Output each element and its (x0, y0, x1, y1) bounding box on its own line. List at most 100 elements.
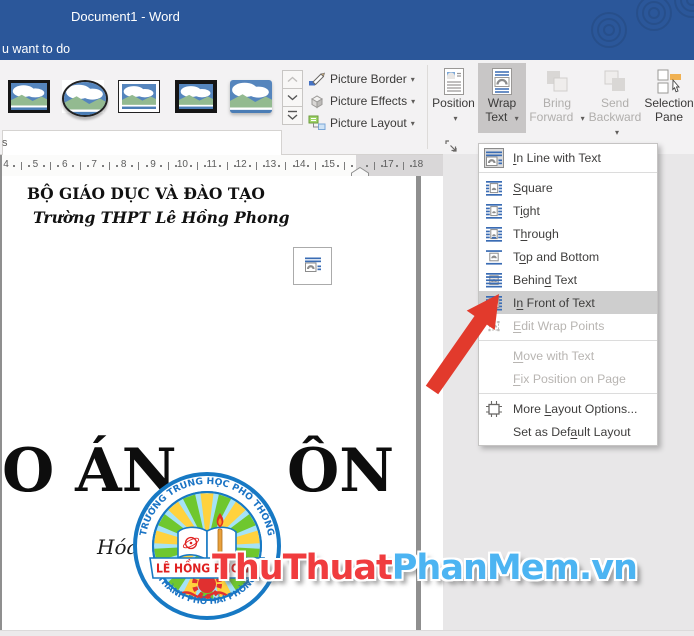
ruler-tick (249, 165, 251, 167)
picture-layout-button[interactable]: Picture Layout ▾ (308, 112, 415, 134)
ruler-number: 6 (62, 159, 68, 170)
menu-item-label: Square (513, 181, 553, 195)
menu-separator (479, 393, 657, 394)
bring-forward-button: BringForward ▾ (528, 63, 586, 133)
picture-style-beveled-oval-black[interactable] (62, 80, 104, 113)
ruler-tick (168, 162, 169, 170)
layout-options-button[interactable] (293, 247, 332, 285)
menu-item-label: Behind Text (513, 273, 577, 287)
tell-me-box-text[interactable]: u want to do (2, 42, 70, 56)
picture-style-soft-edge-rectangle[interactable] (230, 80, 272, 113)
arrange-button-label: SelectionPane (644, 96, 693, 124)
watermark-part1: ThuThuat (212, 548, 392, 588)
ruler-number: 18 (412, 159, 423, 170)
wrap-more-layout-icon (484, 399, 504, 419)
arrange-button-label: BringForward ▾ (529, 96, 584, 126)
ribbon-group-separator (427, 65, 428, 149)
ruler-tick (50, 162, 51, 170)
ruler-tick (337, 165, 339, 167)
ruler-tick (160, 165, 162, 167)
menu-item-label: In Front of Text (513, 296, 595, 310)
menu-item-through[interactable]: Through (479, 222, 657, 245)
wrap-top-bottom-icon (484, 247, 504, 267)
menu-item-label: Move with Text (513, 349, 594, 363)
ruler-tick (146, 165, 148, 167)
menu-item-label: Top and Bottom (513, 250, 599, 264)
ruler-number: 14 (294, 159, 305, 170)
arrange-button-label: SendBackward ▾ (588, 96, 642, 140)
ruler-number: 12 (236, 159, 247, 170)
picture-border-icon (308, 71, 326, 87)
gallery-more-button[interactable] (282, 106, 303, 125)
arrange-button-label: WrapText ▾ (485, 96, 518, 126)
menu-item-label: In Line with Text (513, 151, 601, 165)
ruler-tick (227, 162, 228, 170)
picture-effects-button[interactable]: Picture Effects▾ (308, 90, 415, 112)
ruler-tick (403, 162, 404, 170)
ruler-tick (204, 165, 206, 167)
ruler-tick (381, 165, 383, 167)
menu-item-more-layout-options[interactable]: More Layout Options... (479, 397, 657, 420)
ruler-tick (344, 162, 345, 170)
wrap-in-front-icon (484, 293, 504, 313)
ruler-tick (87, 165, 89, 167)
dropdown-arrow-icon: ▾ (411, 119, 415, 128)
menu-item-edit-wrap-points: Edit Wrap Points (479, 314, 657, 337)
ruler-tick (396, 165, 398, 167)
position-icon (442, 68, 466, 96)
ruler-number: 5 (33, 159, 39, 170)
ruler-tick (138, 162, 139, 170)
menu-item-top-and-bottom[interactable]: Top and Bottom (479, 245, 657, 268)
ruler-tick (28, 165, 30, 167)
send-backward-icon (602, 68, 628, 96)
ruler-tick (374, 162, 375, 170)
menu-item-in-line-with-text[interactable]: In Line with Text (479, 146, 657, 169)
watermark-part3: .vn (579, 548, 637, 588)
ruler-number: 13 (265, 159, 276, 170)
gallery-scroll-down-button[interactable] (282, 88, 303, 107)
picture-border-button[interactable]: Picture Border▾ (308, 68, 415, 90)
ruler-number: 7 (91, 159, 97, 170)
picture-style-double-frame-black[interactable] (118, 80, 160, 113)
gallery-scroll-up-button[interactable] (282, 70, 303, 89)
ruler-number: 11 (207, 159, 217, 170)
menu-icon-spacer (484, 422, 504, 442)
menu-item-label: Edit Wrap Points (513, 319, 604, 333)
watermark: ThuThuatPhanMem.vn (212, 548, 637, 588)
ruler-tick (21, 162, 22, 170)
ruler-number: 17 (383, 159, 394, 170)
menu-item-set-as-default-layout[interactable]: Set as Default Layout (479, 420, 657, 443)
wrap-text-button[interactable]: WrapText ▾ (478, 63, 526, 133)
menu-item-square[interactable]: Square (479, 176, 657, 199)
picture-style-moderate-frame-black[interactable] (175, 80, 217, 113)
layout-options-icon (305, 256, 321, 277)
menu-item-label: Tight (513, 204, 540, 218)
picture-style-simple-frame-black[interactable] (8, 80, 50, 113)
arrange-button-label: Position▾ (432, 96, 475, 126)
ruler-number: 8 (121, 159, 127, 170)
wrap-through-icon (484, 224, 504, 244)
picture-button-label: Picture Layout (330, 116, 407, 130)
ruler-tick (410, 165, 412, 167)
menu-item-tight[interactable]: Tight (479, 199, 657, 222)
doc-header-line2: Trường THPT Lê Hồng Phong (33, 208, 289, 227)
ruler-tick (175, 165, 177, 167)
wrap-in-line-icon (484, 148, 504, 168)
doc-header-line1: BỘ GIÁO DỤC VÀ ĐÀO TẠO (27, 184, 265, 203)
selection-pane-button[interactable]: SelectionPane (644, 63, 694, 133)
menu-item-in-front-of-text[interactable]: In Front of Text (479, 291, 657, 314)
ruler-tick (190, 165, 192, 167)
menu-item-behind-text[interactable]: Behind Text (479, 268, 657, 291)
ruler-number: 9 (150, 159, 156, 170)
school-logo: TRƯỜNG TRUNG HỌC PHỔ THÔNG THÀNH PHỐ HẢI… (132, 471, 282, 621)
position-button[interactable]: Position▾ (430, 63, 477, 133)
word-window: Document1 - Word u want to do Picture Bo… (0, 0, 694, 636)
ruler-tick (278, 165, 280, 167)
ruler-number: 15 (324, 159, 335, 170)
menu-item-label: Set as Default Layout (513, 425, 631, 439)
gallery-scrollbar (282, 71, 303, 125)
wrap-tight-icon (484, 201, 504, 221)
ruler-tick (197, 162, 198, 170)
titlebar-decoration-circles (554, 0, 694, 55)
ruler-tick (234, 165, 236, 167)
